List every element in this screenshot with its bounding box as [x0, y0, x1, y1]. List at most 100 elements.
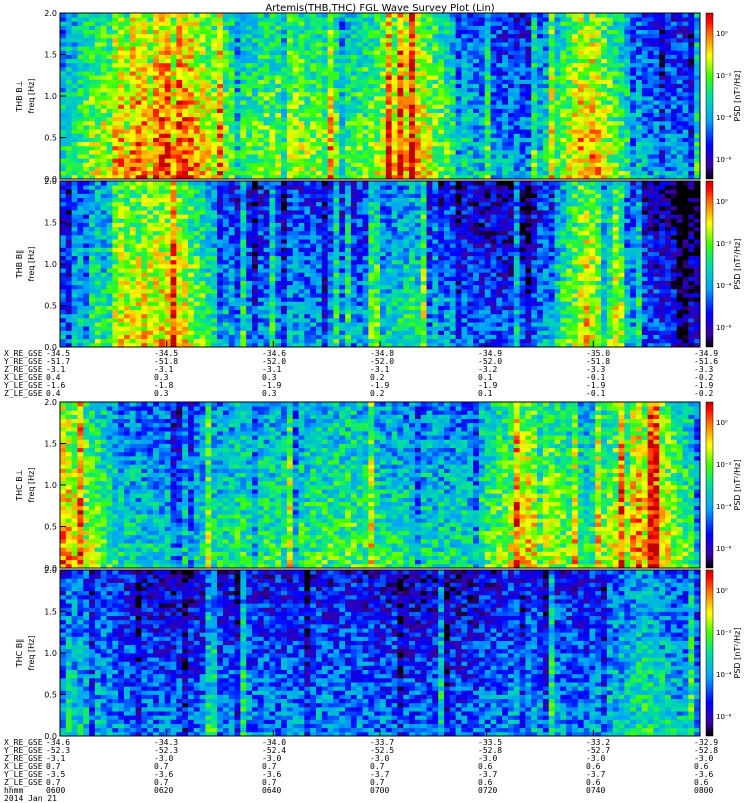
spectrogram-cell: [333, 108, 339, 113]
spectrogram-cell: [316, 150, 322, 155]
spectrogram-cell: [363, 42, 369, 47]
panel-thb-bpar: 0.00.51.01.52.0 THB B∥freq [Hz] 10⁰10⁻²1…: [15, 177, 742, 352]
spectrogram-cell: [246, 162, 252, 167]
spectrogram-cell: [363, 158, 369, 163]
spectrogram-cell: [630, 125, 636, 130]
spectrogram-cell: [514, 129, 520, 134]
spectrogram-cell: [578, 42, 584, 47]
spectrogram-cell: [141, 117, 147, 122]
spectrogram-cell: [182, 171, 188, 176]
spectrogram-cell: [636, 55, 642, 60]
spectrogram-cell: [508, 125, 514, 130]
spectrogram-cell: [415, 84, 421, 89]
spectrogram-cell: [258, 25, 264, 30]
spectrogram-cell: [118, 210, 124, 215]
spectrogram-cell: [694, 100, 700, 105]
spectrogram-cell: [101, 306, 107, 311]
spectrogram-cell: [229, 171, 235, 176]
spectrogram-cell: [496, 167, 502, 172]
spectrogram-cell: [601, 100, 607, 105]
spectrogram-cell: [264, 46, 270, 51]
colorbar-thb-bperp: [706, 13, 713, 179]
spectrogram-cell: [427, 55, 433, 60]
spectrogram-cell: [194, 71, 200, 76]
spectrogram-cell: [537, 67, 543, 72]
spectrogram-cell: [235, 108, 241, 113]
spectrogram-cell: [246, 21, 252, 26]
spectrogram-cell: [444, 21, 450, 26]
spectrogram-cell: [677, 104, 683, 109]
spectrogram-cell: [124, 181, 130, 186]
spectrogram-cell: [299, 17, 305, 22]
spectrogram-cell: [188, 25, 194, 30]
spectrogram-cell: [560, 108, 566, 113]
spectrogram-cell: [648, 100, 654, 105]
spectrogram-cell: [95, 285, 101, 290]
spectrogram-cell: [124, 210, 130, 215]
spectrogram-cell: [147, 50, 153, 55]
spectrogram-cell: [95, 92, 101, 97]
spectrogram-cell: [124, 243, 130, 248]
spectrogram-cell: [147, 79, 153, 84]
spectrogram-cell: [112, 79, 118, 84]
spectrogram-cell: [374, 25, 380, 30]
spectrogram-cell: [363, 30, 369, 35]
spectrogram-cell: [485, 158, 491, 163]
spectrogram-cell: [176, 167, 182, 172]
spectrogram-cell: [281, 113, 287, 118]
spectrogram-cell: [688, 150, 694, 155]
spectrogram-cell: [456, 142, 462, 147]
spectrogram-cell: [72, 92, 78, 97]
spectrogram-cell: [217, 171, 223, 176]
spectrogram-cell: [304, 59, 310, 64]
spectrogram-cell: [252, 104, 258, 109]
spectrogram-cell: [630, 108, 636, 113]
spectrogram-cell: [456, 108, 462, 113]
spectrogram-cell: [141, 142, 147, 147]
spectrogram-cell: [380, 30, 386, 35]
spectrogram-cell: [223, 30, 229, 35]
spectrogram-cell: [432, 84, 438, 89]
spectrogram-cell: [182, 162, 188, 167]
spectrogram-cell: [89, 227, 95, 232]
spectrogram-cell: [415, 30, 421, 35]
spectrogram-cell: [101, 223, 107, 228]
spectrogram-cell: [386, 121, 392, 126]
spectrogram-cell: [147, 67, 153, 72]
spectrogram-cell: [363, 129, 369, 134]
spectrogram-cell: [467, 154, 473, 159]
spectrogram-cell: [107, 210, 113, 215]
spectrogram-cell: [392, 108, 398, 113]
spectrogram-cell: [124, 75, 130, 80]
spectrogram-cell: [642, 150, 648, 155]
spectrogram-cell: [520, 162, 526, 167]
spectrogram-cell: [665, 162, 671, 167]
spectrogram-cell: [502, 30, 508, 35]
spectrogram-cell: [694, 34, 700, 39]
spectrogram-cell: [584, 96, 590, 101]
spectrogram-cell: [427, 59, 433, 64]
spectrogram-cell: [200, 100, 206, 105]
spectrogram-cell: [60, 293, 66, 298]
spectrogram-cell: [322, 167, 328, 172]
spectrogram-cell: [427, 25, 433, 30]
spectrogram-cell: [624, 158, 630, 163]
spectrogram-cell: [258, 104, 264, 109]
spectrogram-cell: [525, 38, 531, 43]
spectrogram-cell: [438, 171, 444, 176]
spectrogram-cell: [613, 42, 619, 47]
spectrogram-cell: [642, 30, 648, 35]
spectrogram-cell: [310, 92, 316, 97]
spectrogram-cell: [130, 59, 136, 64]
spectrogram-cell: [485, 117, 491, 122]
spectrogram-cell: [182, 142, 188, 147]
spectrogram-cell: [374, 46, 380, 51]
spectrogram-cell: [630, 150, 636, 155]
spectrogram-cell: [572, 100, 578, 105]
spectrogram-cell: [124, 289, 130, 294]
spectrogram-cell: [269, 113, 275, 118]
spectrogram-cell: [72, 158, 78, 163]
spectrogram-cell: [211, 167, 217, 172]
spectrogram-cell: [368, 138, 374, 143]
spectrogram-cell: [153, 117, 159, 122]
